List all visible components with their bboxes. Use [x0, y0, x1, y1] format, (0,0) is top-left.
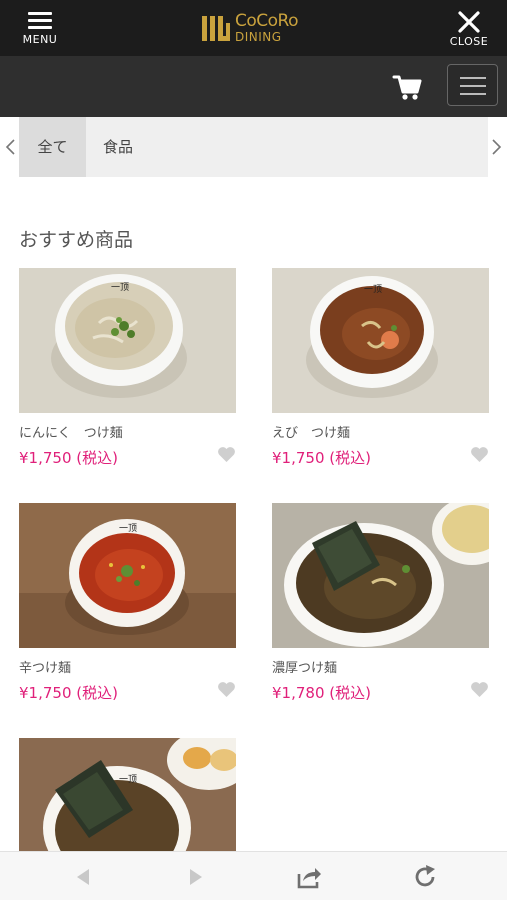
- heart-icon[interactable]: [217, 446, 236, 463]
- back-icon[interactable]: [70, 864, 96, 890]
- product-name[interactable]: にんにく つけ麺: [19, 422, 236, 441]
- logo-text-line1: CoCoRo: [235, 11, 299, 31]
- product-card[interactable]: 一顶 辛つけ麺 ¥1,750 (税込): [19, 503, 236, 703]
- cocoro-dining-logo[interactable]: CoCoRo DINING: [201, 11, 299, 45]
- product-price: ¥1,780 (税込): [272, 684, 371, 702]
- svg-text:一顶: 一顶: [111, 282, 129, 293]
- chevron-left-icon[interactable]: [2, 136, 20, 158]
- product-price: ¥1,750 (税込): [272, 449, 371, 467]
- heart-icon[interactable]: [470, 681, 489, 698]
- section-title: おすすめ商品: [19, 229, 134, 251]
- hamburger-icon: [28, 12, 52, 29]
- chevron-right-icon[interactable]: [487, 136, 505, 158]
- product-name[interactable]: えび つけ麺: [272, 422, 489, 441]
- menu-button[interactable]: MENU: [16, 8, 64, 50]
- tab-all[interactable]: 全て: [19, 117, 86, 177]
- product-name[interactable]: 濃厚つけ麺: [272, 657, 489, 676]
- close-label: CLOSE: [449, 35, 489, 48]
- product-image[interactable]: [272, 503, 489, 648]
- browser-toolbar: [0, 851, 507, 900]
- logo-mark-icon: [202, 16, 230, 41]
- product-name[interactable]: 辛つけ麺: [19, 657, 236, 676]
- toolbar: [0, 56, 507, 117]
- product-image[interactable]: 一顶: [19, 268, 236, 413]
- product-price: ¥1,750 (税込): [19, 449, 118, 467]
- product-image[interactable]: 一顶: [19, 503, 236, 648]
- product-image[interactable]: 一顶: [272, 268, 489, 413]
- heart-icon[interactable]: [470, 446, 489, 463]
- svg-text:一顶: 一顶: [119, 774, 137, 785]
- product-card[interactable]: 一顶 にんにく つけ麺 ¥1,750 (税込): [19, 268, 236, 468]
- category-tabs: 全て 食品: [19, 117, 488, 177]
- reload-icon[interactable]: [412, 864, 438, 890]
- heart-icon[interactable]: [217, 681, 236, 698]
- svg-text:一顶: 一顶: [119, 523, 137, 534]
- svg-text:一顶: 一顶: [364, 284, 382, 295]
- product-card[interactable]: 一顶: [19, 738, 236, 851]
- product-card[interactable]: 一顶 えび つけ麺 ¥1,750 (税込): [272, 268, 489, 468]
- menu-label: MENU: [22, 33, 58, 46]
- logo-text-line2: DINING: [235, 30, 282, 44]
- cart-icon[interactable]: [392, 72, 422, 102]
- share-icon[interactable]: [296, 864, 322, 890]
- category-bar: 全て 食品: [0, 117, 507, 177]
- product-card[interactable]: 濃厚つけ麺 ¥1,780 (税込): [272, 503, 489, 703]
- close-icon: [458, 11, 480, 33]
- top-header: MENU CoCoRo DINING CLOSE: [0, 0, 507, 56]
- tab-food[interactable]: 食品: [86, 117, 150, 177]
- list-menu-button[interactable]: [447, 64, 498, 106]
- product-image[interactable]: 一顶: [19, 738, 236, 851]
- list-menu-icon: [460, 77, 486, 79]
- forward-icon[interactable]: [183, 864, 209, 890]
- close-button[interactable]: CLOSE: [445, 8, 493, 50]
- product-price: ¥1,750 (税込): [19, 684, 118, 702]
